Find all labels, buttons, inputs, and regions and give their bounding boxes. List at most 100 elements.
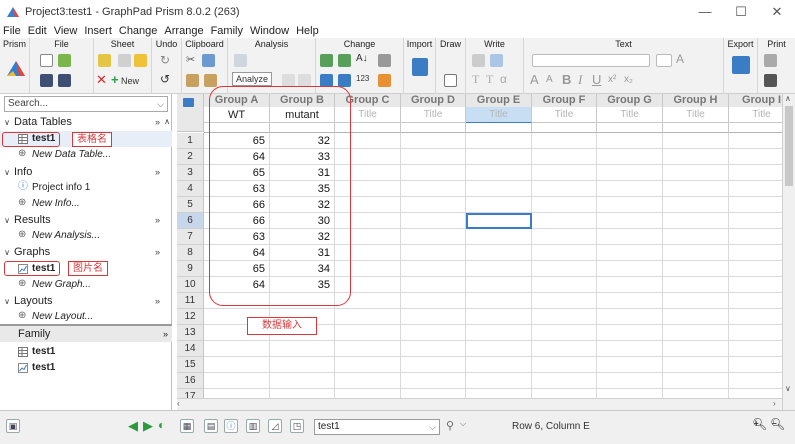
table-cell[interactable] (466, 293, 532, 309)
write-t2-glyph[interactable]: T (486, 72, 493, 87)
table-cell[interactable] (401, 229, 466, 245)
table-cell[interactable] (204, 357, 270, 373)
table-cell[interactable] (597, 245, 663, 261)
table-cell[interactable] (270, 341, 335, 357)
table-cell[interactable] (532, 245, 597, 261)
next-sheet-icon[interactable]: ▶ (143, 418, 153, 434)
table-cell[interactable] (597, 213, 663, 229)
table-cell[interactable] (597, 309, 663, 325)
row-number[interactable]: 7 (177, 229, 204, 245)
table-cell[interactable] (532, 165, 597, 181)
table-cell[interactable] (401, 245, 466, 261)
section-info[interactable]: ∨Info » (0, 164, 172, 180)
table-cell[interactable] (729, 149, 782, 165)
table-cell[interactable] (466, 181, 532, 197)
table-cell[interactable] (401, 373, 466, 389)
table-cell[interactable] (663, 149, 729, 165)
copy-icon[interactable] (202, 54, 215, 67)
column-title-cell[interactable]: Title (466, 107, 532, 123)
new-file-icon[interactable] (40, 54, 53, 67)
open-file-icon[interactable] (58, 54, 71, 67)
link-icon[interactable]: ⚲ (446, 419, 454, 432)
table-cell[interactable] (401, 357, 466, 373)
table-cell[interactable] (597, 149, 663, 165)
table-cell[interactable] (663, 341, 729, 357)
scroll-left-arrow-icon[interactable]: ‹ (177, 399, 180, 408)
chevron-down-icon[interactable]: ⌵ (157, 97, 164, 111)
table-cell[interactable] (597, 229, 663, 245)
menu-help[interactable]: Help (296, 24, 319, 38)
draw-shape-icon[interactable] (444, 74, 457, 87)
table-cell[interactable] (597, 277, 663, 293)
axis-icon[interactable] (338, 74, 351, 87)
menu-family[interactable]: Family (211, 24, 243, 38)
column-header[interactable]: Group I (729, 94, 782, 107)
table-cell[interactable] (270, 373, 335, 389)
close-button[interactable]: ✕ (759, 0, 795, 24)
print-preview-icon[interactable] (764, 74, 777, 87)
subscript-glyph[interactable]: x₂ (624, 74, 633, 85)
table-cell[interactable] (466, 357, 532, 373)
table-cell[interactable] (466, 309, 532, 325)
row-number[interactable]: 3 (177, 165, 204, 181)
table-cell[interactable] (204, 373, 270, 389)
graph-view-icon[interactable]: ◿ (268, 419, 282, 433)
row-number[interactable]: 15 (177, 357, 204, 373)
table-cell[interactable] (466, 245, 532, 261)
analyze-button[interactable]: Analyze (232, 72, 272, 86)
table-format-icon[interactable] (183, 98, 194, 107)
results-view-icon[interactable]: ▥ (246, 419, 260, 433)
sort-icon[interactable]: A↓ (356, 53, 368, 64)
table-cell[interactable] (729, 373, 782, 389)
table-cell[interactable] (466, 133, 532, 149)
column-header[interactable]: Group G (597, 94, 663, 107)
table-cell[interactable] (335, 325, 401, 341)
sheet-selector[interactable]: test1 ⌵ (314, 419, 440, 435)
column-title-cell[interactable]: Title (663, 107, 729, 123)
table-cell[interactable] (401, 213, 466, 229)
scroll-down-arrow-icon[interactable]: ∨ (785, 384, 791, 393)
column-title-cell[interactable]: Title (597, 107, 663, 123)
more-icon[interactable]: » (163, 326, 168, 342)
table-cell[interactable] (729, 165, 782, 181)
row-number[interactable]: 2 (177, 149, 204, 165)
scroll-up-icon[interactable]: ∧ (164, 114, 170, 130)
cut-icon[interactable]: ✂ (186, 53, 195, 66)
collapse-icon[interactable]: ∨ (0, 165, 14, 181)
collapse-icon[interactable]: ∨ (0, 245, 14, 261)
table-cell[interactable] (401, 341, 466, 357)
table-cell[interactable] (729, 181, 782, 197)
undo-icon[interactable]: ↺ (160, 72, 170, 86)
table-cell[interactable] (597, 293, 663, 309)
table-cell[interactable] (663, 325, 729, 341)
navigator-search-input[interactable]: Search... ⌵ (4, 96, 168, 112)
table-cell[interactable] (663, 133, 729, 149)
maximize-button[interactable]: ☐ (723, 0, 759, 24)
section-layouts[interactable]: ∨Layouts » (0, 293, 172, 309)
family-item-data-test1[interactable]: test1 (0, 344, 172, 360)
collapse-icon[interactable]: ∨ (0, 115, 14, 131)
increase-font-glyph[interactable]: A (530, 72, 539, 87)
table-cell[interactable] (729, 357, 782, 373)
menu-arrange[interactable]: Arrange (164, 24, 203, 38)
prism-logo-icon[interactable] (6, 58, 26, 78)
analysis-chart-icon[interactable] (234, 54, 247, 67)
table-cell[interactable] (401, 165, 466, 181)
table-cell[interactable] (466, 325, 532, 341)
superscript-glyph[interactable]: x² (608, 74, 616, 85)
add-sheet-icon[interactable]: + (111, 72, 119, 87)
section-results[interactable]: ∨Results » (0, 212, 172, 228)
font-family-select[interactable] (532, 54, 650, 67)
table-cell[interactable] (729, 261, 782, 277)
menu-window[interactable]: Window (250, 24, 289, 38)
save-icon[interactable] (40, 74, 53, 87)
row-number[interactable]: 13 (177, 325, 204, 341)
data-view-icon[interactable]: ▦ (180, 419, 194, 433)
greek-alpha-glyph[interactable]: α (500, 72, 507, 86)
table-cell[interactable] (663, 213, 729, 229)
scroll-up-arrow-icon[interactable]: ∧ (785, 94, 791, 103)
table-cell[interactable] (597, 325, 663, 341)
table-cell[interactable] (532, 309, 597, 325)
minimize-button[interactable]: — (687, 0, 723, 24)
table-cell[interactable] (729, 293, 782, 309)
